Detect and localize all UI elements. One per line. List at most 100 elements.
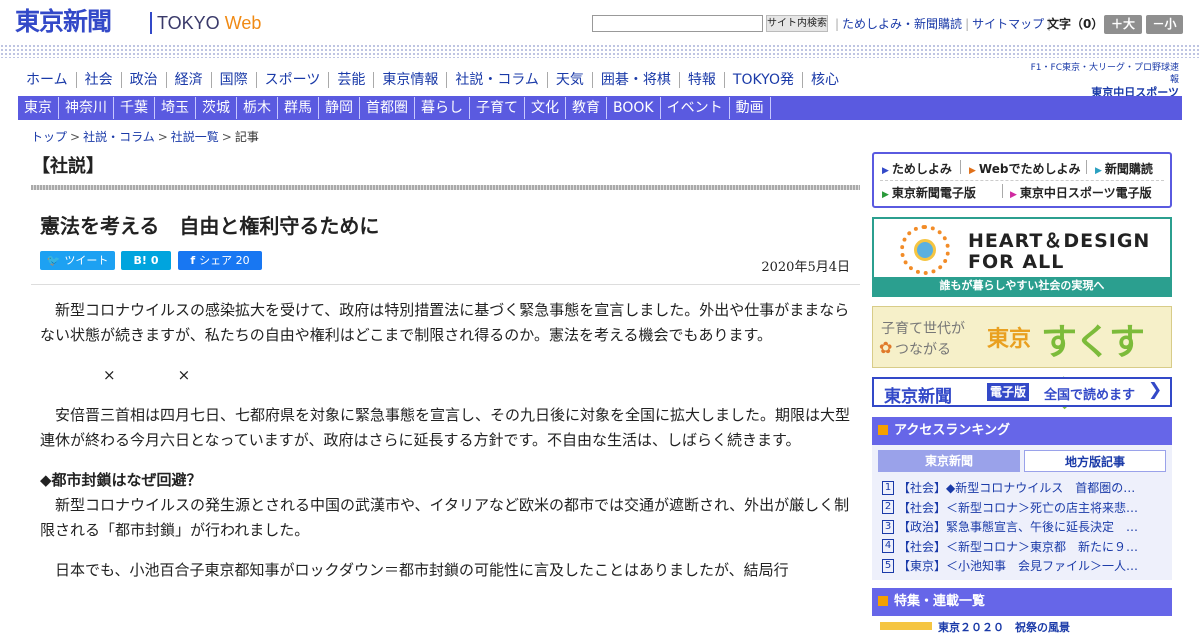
quick-link-label: ためしよみ xyxy=(891,162,952,176)
ranking-item[interactable]: 4 【社会】＜新型コロナ＞東京都 新たに９… xyxy=(882,538,1164,558)
subnav-shizuoka[interactable]: 静岡 xyxy=(319,97,360,119)
nav-society[interactable]: 社会 xyxy=(77,72,122,88)
site-search-input[interactable] xyxy=(592,15,763,32)
square-bullet-icon xyxy=(878,595,888,606)
subnav-kosodate[interactable]: 子育て xyxy=(470,97,525,119)
subnav-gunma[interactable]: 群馬 xyxy=(278,97,319,119)
quick-link-trial[interactable]: ▶ ためしよみ xyxy=(882,160,952,177)
site-logo[interactable]: 東京新聞 xyxy=(15,8,112,36)
nav-tokuho[interactable]: 特報 xyxy=(680,72,725,88)
ranking-header: アクセスランキング xyxy=(872,417,1172,445)
ranking-panel: 東京新聞 地方版記事 1 【社会】◆新型コロナウイルス 首都圏の… 2 【社会】＜新… xyxy=(872,445,1172,580)
facebook-icon: f xyxy=(190,254,196,267)
ranking-item-text: 【社会】◆新型コロナウイルス 首都圏の… xyxy=(898,481,1136,495)
ranking-number: 4 xyxy=(882,539,894,553)
breadcrumb-top[interactable]: トップ xyxy=(31,130,67,144)
ranking-list: 1 【社会】◆新型コロナウイルス 首都圏の… 2 【社会】＜新型コロナ＞死亡の店主将… xyxy=(882,479,1164,577)
quick-link-label: 新聞購読 xyxy=(1104,162,1153,176)
ranking-item-text: 【社会】＜新型コロナ＞東京都 新たに９… xyxy=(898,539,1139,554)
heart-design-caption: 誰もが暮らしやすい社会の実現へ xyxy=(874,277,1170,295)
sitemap-link[interactable]: サイトマップ xyxy=(972,17,1044,31)
quick-link-subscribe[interactable]: ▶ 新聞購読 xyxy=(1095,160,1153,177)
subnav-kurashi[interactable]: 暮らし xyxy=(415,97,470,119)
fb-share-count: 20 xyxy=(235,254,250,267)
site-search-button[interactable]: サイト内検索 xyxy=(766,15,828,32)
subnav-bunka[interactable]: 文化 xyxy=(525,97,566,119)
subnav-kanagawa[interactable]: 神奈川 xyxy=(59,97,114,119)
nav-go-shogi[interactable]: 囲碁・将棋 xyxy=(593,72,680,88)
subnav-event[interactable]: イベント xyxy=(661,97,730,119)
ranking-tab-tokyo[interactable]: 東京新聞 xyxy=(878,450,1020,472)
subnav-shutoken[interactable]: 首都圏 xyxy=(360,97,415,119)
cross-mark: × xyxy=(103,366,116,384)
subnav-chiba[interactable]: 千葉 xyxy=(114,97,155,119)
ranking-item[interactable]: 5 【東京】＜小池知事 会見ファイル＞一人… xyxy=(882,557,1164,577)
divider xyxy=(960,160,961,174)
hatena-bookmark-button[interactable]: B! 0 xyxy=(121,251,171,270)
trial-subscribe-link[interactable]: ためしよみ・新聞購読 xyxy=(842,17,962,31)
arrow-icon: ▶ xyxy=(1010,190,1017,200)
nav-tokyo-info[interactable]: 東京情報 xyxy=(374,72,448,88)
nav-politics[interactable]: 政治 xyxy=(122,72,167,88)
sukusuku-tagline-2: つながる xyxy=(895,342,951,358)
ranking-tab-local[interactable]: 地方版記事 xyxy=(1024,450,1166,472)
link-divider: | xyxy=(835,17,840,31)
divider xyxy=(1086,160,1087,174)
section-divider xyxy=(31,185,860,190)
ranking-item[interactable]: 2 【社会】＜新型コロナ＞死亡の店主将来悲… xyxy=(882,499,1164,519)
subnav-ibaraki[interactable]: 茨城 xyxy=(196,97,237,119)
quick-link-digital-edition[interactable]: ▶ 東京新聞電子版 xyxy=(882,184,976,201)
article-paragraph: 日本でも、小池百合子東京都知事がロックダウン＝都市封鎖の可能性に言及したことはあ… xyxy=(55,561,789,579)
breadcrumb-sep: > xyxy=(157,130,168,144)
font-size-down-button[interactable]: －小 xyxy=(1146,15,1183,34)
nav-kakushin[interactable]: 核心 xyxy=(803,72,847,88)
tokyo-web-logo[interactable]: TOKYO Web xyxy=(157,12,261,34)
ranking-item[interactable]: 3 【政治】緊急事態宣言、午後に延長決定 … xyxy=(882,518,1164,538)
sukusuku-tagline-1: 子育て世代が xyxy=(881,321,965,337)
subnav-tokyo[interactable]: 東京 xyxy=(18,97,59,119)
logo-center xyxy=(914,239,936,261)
subnav-tochigi[interactable]: 栃木 xyxy=(237,97,278,119)
article-paragraph: 新型コロナウイルスの発生源とされる中国の武漢市や、イタリアなど欧米の都市では交通… xyxy=(40,496,850,539)
arrow-icon: ▶ xyxy=(882,166,889,176)
twitter-bird-icon: 🐦 xyxy=(46,254,61,267)
quick-links-box: ▶ ためしよみ ▶ Webでためしよみ ▶ 新聞購読 ▶ 東京新聞電子版 ▶ 東京中日スポ… xyxy=(872,152,1172,208)
subnav-video[interactable]: 動画 xyxy=(730,97,771,119)
subnav-book[interactable]: BOOK xyxy=(607,97,661,119)
tweet-button[interactable]: 🐦 ツイート xyxy=(40,251,115,270)
nav-sports[interactable]: スポーツ xyxy=(257,72,330,88)
nav-economy[interactable]: 経済 xyxy=(167,72,212,88)
divider xyxy=(1002,184,1003,198)
font-size-up-button[interactable]: ＋大 xyxy=(1104,15,1142,34)
nav-entertainment[interactable]: 芸能 xyxy=(329,72,375,88)
flower-icon: ✿ xyxy=(879,338,893,357)
ranking-item-text: 【東京】＜小池知事 会見ファイル＞一人… xyxy=(898,559,1139,573)
ranking-number: 1 xyxy=(882,480,894,495)
ranking-item[interactable]: 1 【社会】◆新型コロナウイルス 首都圏の… xyxy=(882,479,1164,499)
quick-link-web-trial[interactable]: ▶ Webでためしよみ xyxy=(969,160,1080,177)
heart-design-banner[interactable]: HEART＆DESIGN FOR ALL 誰もが暮らしやすい社会の実現へ xyxy=(872,217,1172,297)
nav-international[interactable]: 国際 xyxy=(212,72,257,88)
breadcrumb-editorial-list[interactable]: 社説一覧 xyxy=(171,130,219,144)
nav-home[interactable]: ホーム xyxy=(18,72,77,88)
feature-thumbnail[interactable] xyxy=(880,622,932,630)
article-date: 2020年5月4日 xyxy=(761,260,850,275)
subnav-saitama[interactable]: 埼玉 xyxy=(155,97,196,119)
feature-item[interactable]: 東京２０２０ 祝祭の風景 xyxy=(938,619,1070,635)
article-title: 憲法を考える 自由と権利守るために xyxy=(40,214,380,238)
article-body: 新型コロナウイルスの感染拡大を受けて、政府は特別措置法に基づく緊急事態を宣言しま… xyxy=(40,298,850,598)
digital-edition-banner[interactable]: 東京新聞 電子版 全国で読めます ❯ xyxy=(872,377,1172,407)
nav-editorial-column[interactable]: 社説・コラム xyxy=(447,72,548,88)
hatena-count: 0 xyxy=(150,254,159,267)
chunichi-sports-link[interactable]: F1・FC東京・大リーグ・プロ野球速報 東京中日スポーツ xyxy=(1027,62,1179,100)
subnav-kyoiku[interactable]: 教育 xyxy=(566,97,607,119)
link-divider: | xyxy=(965,17,970,31)
quick-link-chunichi-digital[interactable]: ▶ 東京中日スポーツ電子版 xyxy=(1010,184,1152,201)
chunichi-tagline: F1・FC東京・大リーグ・プロ野球速報 xyxy=(1030,63,1179,85)
arrow-icon: ▶ xyxy=(882,190,889,200)
breadcrumb-editorial-column[interactable]: 社説・コラム xyxy=(83,130,155,144)
tokyo-sukusuku-banner[interactable]: 子育て世代が ✿ つながる 東京 すくすく xyxy=(872,306,1172,415)
facebook-share-button[interactable]: f シェア 20 xyxy=(178,251,262,270)
nav-weather[interactable]: 天気 xyxy=(548,72,593,88)
nav-tokyo-hatsu[interactable]: TOKYO発 xyxy=(725,72,803,88)
